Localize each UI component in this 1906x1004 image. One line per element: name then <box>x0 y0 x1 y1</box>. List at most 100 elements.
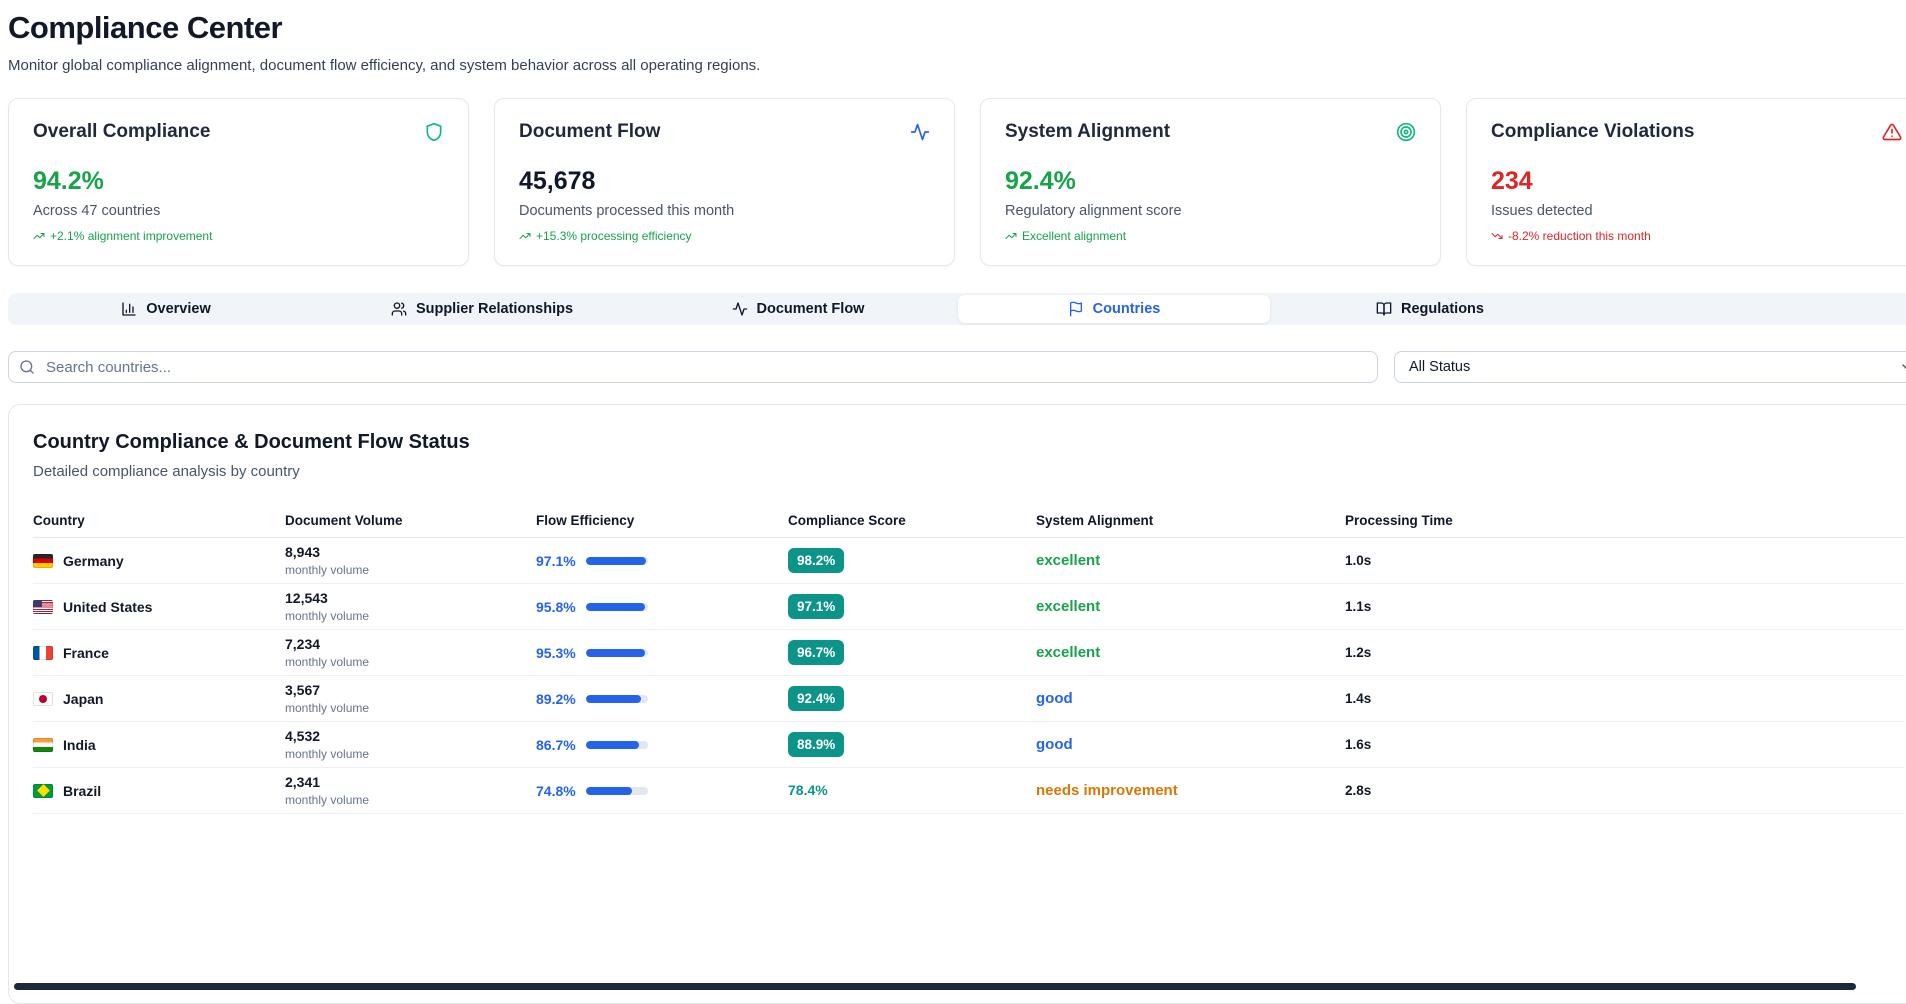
tab-label: Overview <box>146 301 211 317</box>
flow-efficiency-bar <box>585 602 648 611</box>
stat-card-trend-text: +15.3% processing efficiency <box>536 229 692 243</box>
stat-card-caption: Across 47 countries <box>33 203 161 219</box>
table-body: Germany 8,943 monthly volume 97.1% 98.2% exce… <box>33 538 1905 814</box>
table-header-row: Country Document Volume Flow Efficiency Com… <box>33 504 1905 538</box>
tab-overview[interactable]: Overview <box>8 293 324 325</box>
flag-in-icon <box>33 737 53 752</box>
search-box <box>8 351 1378 383</box>
stat-card-trend-text: +2.1% alignment improvement <box>50 229 213 243</box>
tab-regulations[interactable]: Regulations <box>1272 293 1588 325</box>
flag-br-icon <box>33 783 53 798</box>
stat-card-value: 234 <box>1491 167 1533 195</box>
stat-card-title: Compliance Violations <box>1491 121 1695 142</box>
book-open-icon <box>1376 301 1392 317</box>
country-name: United States <box>63 598 153 615</box>
flow-efficiency-bar <box>585 786 648 795</box>
horizontal-scrollbar-thumb[interactable] <box>14 983 1856 990</box>
column-header: Processing Time <box>1345 513 1453 528</box>
flow-efficiency-cell: 89.2% <box>536 691 788 707</box>
volume-value: 7,234 <box>285 636 321 653</box>
flow-efficiency-value: 86.7% <box>536 736 576 753</box>
stat-card-trend-text: Excellent alignment <box>1022 229 1127 243</box>
processing-time-cell: 1.1s <box>1345 599 1372 614</box>
stat-card-value: 45,678 <box>519 167 596 195</box>
shield-icon <box>424 122 444 142</box>
tab-document-flow[interactable]: Document Flow <box>640 293 956 325</box>
page-subtitle: Monitor global compliance alignment, doc… <box>8 57 761 74</box>
volume-caption: monthly volume <box>285 792 370 807</box>
stat-card-value: 92.4% <box>1005 167 1076 195</box>
system-alignment-cell: needs improvement <box>1036 782 1178 799</box>
country-cell: Germany <box>33 553 285 569</box>
country-name: Brazil <box>63 782 102 799</box>
flow-efficiency-cell: 86.7% <box>536 737 788 753</box>
compliance-score-badge: 97.1% <box>788 594 845 619</box>
status-filter-label: All Status <box>1409 359 1471 375</box>
compliance-score-cell: 98.2% <box>788 548 1036 573</box>
flow-efficiency-cell: 95.3% <box>536 645 788 661</box>
volume-caption: monthly volume <box>285 746 370 761</box>
compliance-score-cell: 96.7% <box>788 640 1036 665</box>
country-row[interactable]: United States 12,543 monthly volume 95.8% 97… <box>33 584 1905 630</box>
country-row[interactable]: Brazil 2,341 monthly volume 74.8% 78.4% needs… <box>33 768 1905 814</box>
stat-card: Document Flow 45,678 Documents processed t… <box>494 98 955 266</box>
stat-card-trend: +15.3% processing efficiency <box>519 229 930 243</box>
country-row[interactable]: Germany 8,943 monthly volume 97.1% 98.2% exce… <box>33 538 1905 584</box>
flag-de-icon <box>33 553 53 568</box>
volume-cell: 4,532 monthly volume <box>285 728 536 761</box>
trending-up-icon <box>1005 230 1017 242</box>
compliance-score-badge: 88.9% <box>788 732 845 757</box>
search-input[interactable] <box>8 351 1378 383</box>
compliance-score-badge: 92.4% <box>788 686 845 711</box>
compliance-score-badge: 96.7% <box>788 640 845 665</box>
tab-label: Supplier Relationships <box>415 301 574 317</box>
column-header: Compliance Score <box>788 513 906 528</box>
page-content: Compliance Center Monitor global complia… <box>0 0 1906 1004</box>
panel-subtitle: Detailed compliance analysis by country <box>33 463 300 480</box>
compliance-score-text: 78.4% <box>788 781 828 798</box>
compliance-score-badge: 98.2% <box>788 548 845 573</box>
country-row[interactable]: India 4,532 monthly volume 86.7% 88.9% good 1.… <box>33 722 1905 768</box>
users-icon <box>391 301 407 317</box>
flow-efficiency-value: 97.1% <box>536 552 576 569</box>
compliance-score-cell: 97.1% <box>788 594 1036 619</box>
country-name: India <box>63 736 96 753</box>
stat-card-caption: Documents processed this month <box>519 203 735 219</box>
volume-cell: 3,567 monthly volume <box>285 682 536 715</box>
volume-caption: monthly volume <box>285 700 370 715</box>
bar-chart-icon <box>121 301 137 317</box>
flag-icon <box>1068 301 1084 317</box>
country-row[interactable]: Japan 3,567 monthly volume 89.2% 92.4% good 1.… <box>33 676 1905 722</box>
status-filter-select[interactable]: All Status <box>1394 351 1906 383</box>
stats-row: Overall Compliance 94.2% Across 47 countri… <box>8 98 1906 266</box>
country-cell: Japan <box>33 691 285 707</box>
volume-caption: monthly volume <box>285 562 370 577</box>
compliance-score-cell: 88.9% <box>788 732 1036 757</box>
flow-efficiency-cell: 95.8% <box>536 599 788 615</box>
stat-card-title: System Alignment <box>1005 121 1171 142</box>
volume-cell: 8,943 monthly volume <box>285 544 536 577</box>
tab-supplier-relationships[interactable]: Supplier Relationships <box>324 293 640 325</box>
country-row[interactable]: France 7,234 monthly volume 95.3% 96.7% excel… <box>33 630 1905 676</box>
tab-label: Regulations <box>1401 301 1484 317</box>
system-alignment-cell: excellent <box>1036 598 1101 615</box>
flag-us-icon <box>33 599 53 614</box>
tab-bar: Overview Supplier Relationships Document F… <box>8 293 1906 325</box>
tab-countries[interactable]: Countries <box>958 295 1270 323</box>
trending-up-icon <box>519 230 531 242</box>
column-header: Document Volume <box>285 513 403 528</box>
panel-title: Country Compliance & Document Flow Statu… <box>33 431 470 453</box>
flow-efficiency-bar <box>585 648 648 657</box>
volume-cell: 7,234 monthly volume <box>285 636 536 669</box>
country-table: Country Document Volume Flow Efficiency Com… <box>33 504 1905 814</box>
country-name: France <box>63 644 109 661</box>
activity-icon <box>732 301 748 317</box>
flow-efficiency-cell: 97.1% <box>536 553 788 569</box>
volume-value: 2,341 <box>285 774 321 791</box>
tab-label: Countries <box>1092 301 1161 317</box>
flow-efficiency-cell: 74.8% <box>536 783 788 799</box>
flow-efficiency-bar <box>585 556 648 565</box>
stat-card: System Alignment 92.4% Regulatory alignmen… <box>980 98 1441 266</box>
flow-efficiency-value: 95.3% <box>536 644 576 661</box>
flow-efficiency-bar <box>585 694 648 703</box>
